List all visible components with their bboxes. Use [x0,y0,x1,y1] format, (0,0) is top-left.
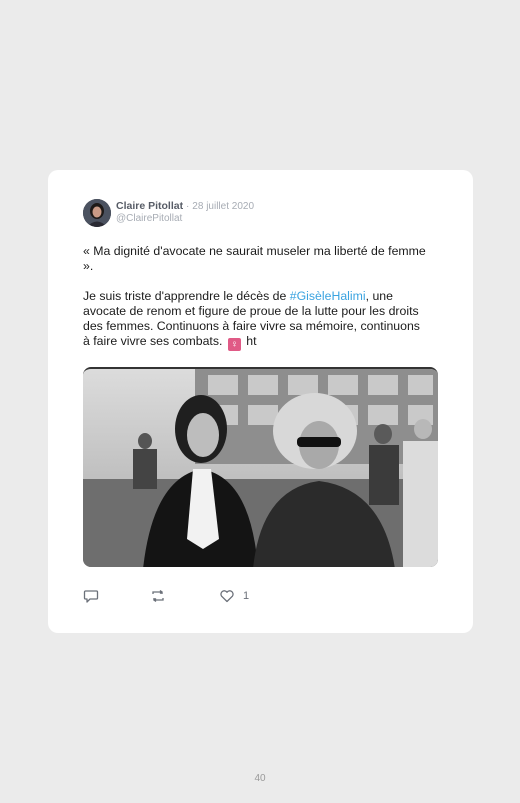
body-text-start: Je suis triste d'apprendre le décès de [83,289,287,303]
body-tail: ht [246,334,257,348]
reply-icon [83,590,99,603]
tweet-quote: « Ma dignité d'avocate ne saurait musele… [83,244,426,273]
separator-dot: · [186,201,190,212]
hashtag-link[interactable]: #GisèleHalimi [290,289,366,303]
retweet-button[interactable] [150,588,166,604]
author-line: Claire Pitollat · 28 juillet 2020 [116,200,254,212]
tweet-card: Claire Pitollat · 28 juillet 2020 @Clair… [48,170,473,633]
reply-button[interactable] [83,588,99,604]
author-handle[interactable]: @ClairePitollat [116,213,182,224]
tweet-photo[interactable] [83,367,438,567]
page-number: 40 [254,773,266,784]
tweet-text: « Ma dignité d'avocate ne saurait musele… [83,244,428,351]
like-button[interactable]: 1 [219,588,249,604]
tweet-body: Je suis triste d'apprendre le décès de #… [83,289,428,351]
tweet-date[interactable]: 28 juillet 2020 [192,201,254,212]
avatar[interactable] [83,199,111,227]
like-count: 1 [243,590,250,602]
retweet-icon [152,589,164,603]
tweet-actions: 1 [83,588,283,608]
author-name[interactable]: Claire Pitollat [116,200,183,212]
heart-icon [220,590,234,603]
female-sign-emoji: ♀ [227,338,241,351]
